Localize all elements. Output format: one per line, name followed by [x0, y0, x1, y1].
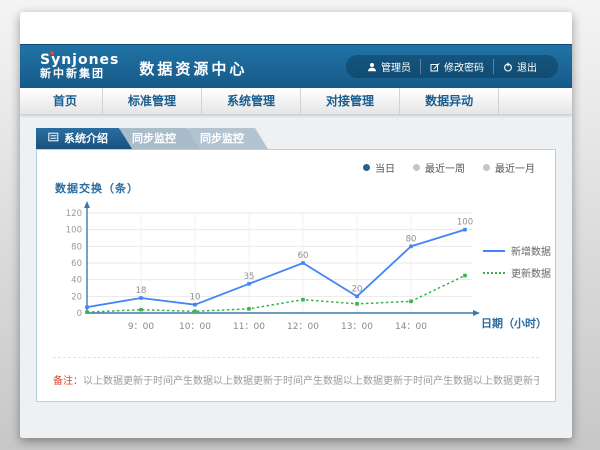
logo-text-en: Synjones: [40, 53, 119, 68]
svg-text:35: 35: [244, 272, 255, 282]
nav-item-1[interactable]: 标准管理: [103, 88, 202, 114]
tab-0[interactable]: 系统介绍: [36, 128, 132, 149]
svg-text:18: 18: [136, 286, 147, 296]
chart-area: 数据交换（条） 0 20 40 60 80 100 120 9：00 10：00 11：00 12：…: [37, 150, 555, 345]
note-prefix: 备注：: [53, 376, 83, 387]
svg-text:80: 80: [406, 234, 417, 244]
svg-text:9：00: 9：00: [128, 322, 154, 332]
logo-text-cn: 新中新集团: [40, 68, 119, 80]
user-menu-item-1[interactable]: 修改密码: [420, 59, 493, 74]
user-menu-item-2[interactable]: 退出: [493, 59, 546, 74]
svg-text:40: 40: [71, 276, 82, 286]
line-chart: 0 20 40 60 80 100 120 9：00 10：00 11：00 12：00 13：00 1…: [51, 199, 481, 341]
svg-text:20: 20: [71, 292, 82, 302]
user-icon: [367, 62, 377, 72]
svg-text:60: 60: [71, 259, 82, 269]
user-menu: 管理员修改密码退出: [346, 55, 558, 78]
nav-item-0[interactable]: 首页: [28, 88, 103, 114]
svg-text:20: 20: [352, 284, 363, 294]
tab-bar: 系统介绍同步监控同步监控: [36, 128, 572, 149]
radio-dot: [363, 164, 370, 171]
legend-line-sample: [483, 272, 505, 274]
note-text: 以上数据更新于时间产生数据以上数据更新于时间产生数据以上数据更新于时间产生数据以…: [83, 376, 539, 387]
range-filter: 当日 最近一周 最近一月: [363, 160, 535, 175]
svg-text:13：00: 13：00: [341, 322, 373, 332]
svg-text:11：00: 11：00: [233, 322, 265, 332]
svg-text:0: 0: [77, 309, 82, 319]
tab-1[interactable]: 同步监控: [120, 128, 200, 149]
radio-dot: [413, 164, 420, 171]
filter-radio-0[interactable]: 当日: [363, 160, 395, 175]
chart-plot-column: 数据交换（条） 0 20 40 60 80 100 120 9：00 10：00 11：00 12：…: [51, 180, 481, 345]
app-header: Synjones 新中新集团 数据资源中心 管理员修改密码退出: [20, 44, 572, 88]
filter-radio-1[interactable]: 最近一周: [413, 160, 465, 175]
chart-side-column: 新增数据更新数据 日期（小时）: [481, 180, 549, 345]
svg-text:100: 100: [457, 218, 473, 228]
svg-text:10：00: 10：00: [179, 322, 211, 332]
nav-item-2[interactable]: 系统管理: [202, 88, 301, 114]
power-icon: [503, 62, 513, 72]
page-title: 数据资源中心: [139, 54, 247, 79]
form-icon: [48, 128, 59, 149]
filter-radio-2[interactable]: 最近一月: [483, 160, 535, 175]
company-logo: Synjones 新中新集团: [34, 53, 119, 79]
svg-text:14：00: 14：00: [395, 322, 427, 332]
content-area: 系统介绍同步监控同步监控 当日最近一周最近一月 数据交换（条） 02040608…: [20, 115, 572, 438]
app-window: Synjones 新中新集团 数据资源中心 管理员修改密码退出 首页标准管理系统…: [20, 12, 572, 438]
user-menu-item-0[interactable]: 管理员: [358, 59, 420, 74]
x-axis-label: 日期（小时）: [481, 315, 547, 331]
radio-dot: [483, 164, 490, 171]
nav-item-3[interactable]: 对接管理: [301, 88, 400, 114]
edit-icon: [430, 62, 440, 72]
legend-item-1: 更新数据: [483, 265, 551, 280]
tab-2[interactable]: 同步监控: [188, 128, 268, 149]
legend-line-sample: [483, 250, 505, 252]
main-nav: 首页标准管理系统管理对接管理数据异动: [20, 88, 572, 115]
footer-note: 备注：以上数据更新于时间产生数据以上数据更新于时间产生数据以上数据更新于时间产生…: [53, 357, 539, 387]
svg-text:60: 60: [298, 251, 309, 261]
chart-panel: 当日 最近一周 最近一月 数据交换（条） 0 20 40 60 80 100 120 9：00 10…: [36, 149, 556, 402]
chart-legend: 新增数据更新数据: [483, 236, 551, 287]
legend-item-0: 新增数据: [483, 243, 551, 258]
window-top-strip: [20, 12, 572, 44]
svg-text:80: 80: [71, 242, 82, 252]
svg-text:100: 100: [66, 226, 82, 236]
svg-text:12：00: 12：00: [287, 322, 319, 332]
nav-item-4[interactable]: 数据异动: [400, 88, 499, 114]
svg-text:10: 10: [190, 293, 201, 303]
svg-text:120: 120: [66, 209, 82, 219]
y-axis-label: 数据交换（条）: [55, 180, 481, 196]
